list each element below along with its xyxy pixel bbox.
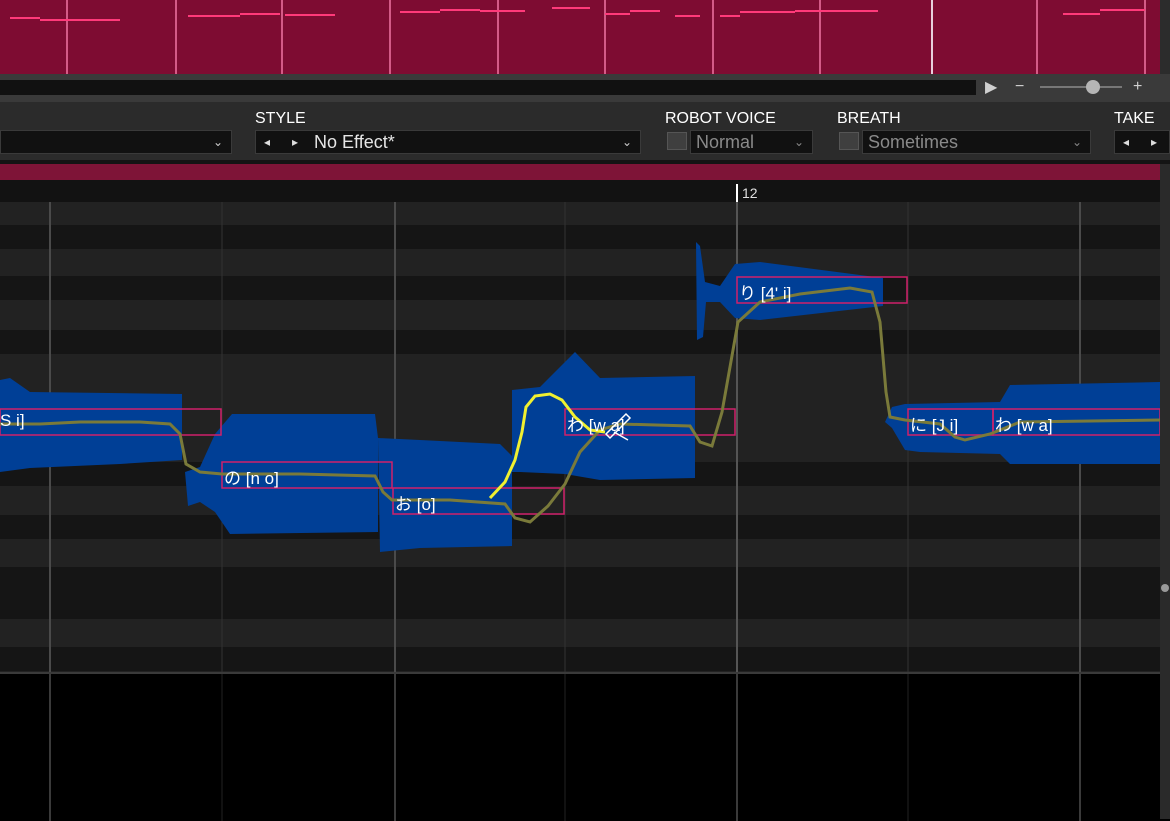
note-label[interactable]: わ [w a] xyxy=(995,411,1053,436)
parameter-editor[interactable] xyxy=(0,672,1160,821)
zoom-out-button[interactable]: − xyxy=(1015,79,1024,95)
overview-waveform xyxy=(10,0,1146,74)
take-next-button[interactable]: ▸ xyxy=(1151,135,1157,149)
chevron-down-icon: ⌄ xyxy=(794,135,805,149)
breath-label: BREATH xyxy=(837,110,901,127)
note-label[interactable]: の [n o] xyxy=(224,464,279,489)
robot-voice-value: Normal xyxy=(696,132,755,152)
piano-roll-canvas xyxy=(0,202,1160,672)
measure-number: 12 xyxy=(742,185,758,201)
style-label: STYLE xyxy=(255,110,306,127)
note-label[interactable]: に [J i] xyxy=(910,411,958,436)
vertical-scroll-knob[interactable] xyxy=(1161,584,1169,592)
style-prev-button[interactable]: ◂ xyxy=(264,135,270,149)
overview-right-edge xyxy=(1160,0,1170,74)
measure-marker xyxy=(736,184,738,202)
breath-checkbox[interactable] xyxy=(839,132,859,150)
take-prev-button[interactable]: ◂ xyxy=(1123,135,1129,149)
horizontal-scrollbar[interactable] xyxy=(0,80,976,95)
robot-voice-label: ROBOT VOICE xyxy=(665,110,776,127)
note-label[interactable]: S i] xyxy=(0,411,25,431)
take-label: TAKE xyxy=(1114,110,1155,127)
chevron-down-icon: ⌄ xyxy=(1072,135,1083,149)
zoom-slider[interactable] xyxy=(1040,86,1122,88)
piano-roll[interactable]: S i] の [n o] お [o] わ [w a] り [4' i] に [J… xyxy=(0,202,1160,672)
robot-voice-checkbox[interactable] xyxy=(667,132,687,150)
waveform xyxy=(0,242,1160,552)
take-select[interactable]: ◂ ▸ xyxy=(1114,130,1170,154)
chevron-down-icon: ⌄ xyxy=(622,135,633,149)
zoom-slider-knob[interactable] xyxy=(1086,80,1100,94)
chevron-down-icon: ⌄ xyxy=(213,135,224,149)
play-icon[interactable]: ▶ xyxy=(985,80,997,96)
note-label[interactable]: り [4' i] xyxy=(739,279,791,304)
style-next-button[interactable]: ▸ xyxy=(292,135,298,149)
vertical-scrollbar[interactable] xyxy=(1160,164,1170,819)
style-select[interactable]: ◂ ▸ No Effect* ⌄ xyxy=(255,130,641,154)
style-value: No Effect* xyxy=(314,132,395,152)
voice-select[interactable]: ⌄ xyxy=(0,130,232,154)
note-label[interactable]: わ [w a] xyxy=(567,411,625,436)
zoom-in-button[interactable]: + xyxy=(1133,79,1142,95)
timeline-ruler[interactable] xyxy=(0,180,1160,203)
note-label[interactable]: お [o] xyxy=(395,490,436,515)
robot-voice-select[interactable]: Normal ⌄ xyxy=(690,130,813,154)
breath-select[interactable]: Sometimes ⌄ xyxy=(862,130,1091,154)
parameter-grid xyxy=(49,674,1081,821)
breath-value: Sometimes xyxy=(868,132,959,152)
region-bar[interactable] xyxy=(0,164,1160,180)
